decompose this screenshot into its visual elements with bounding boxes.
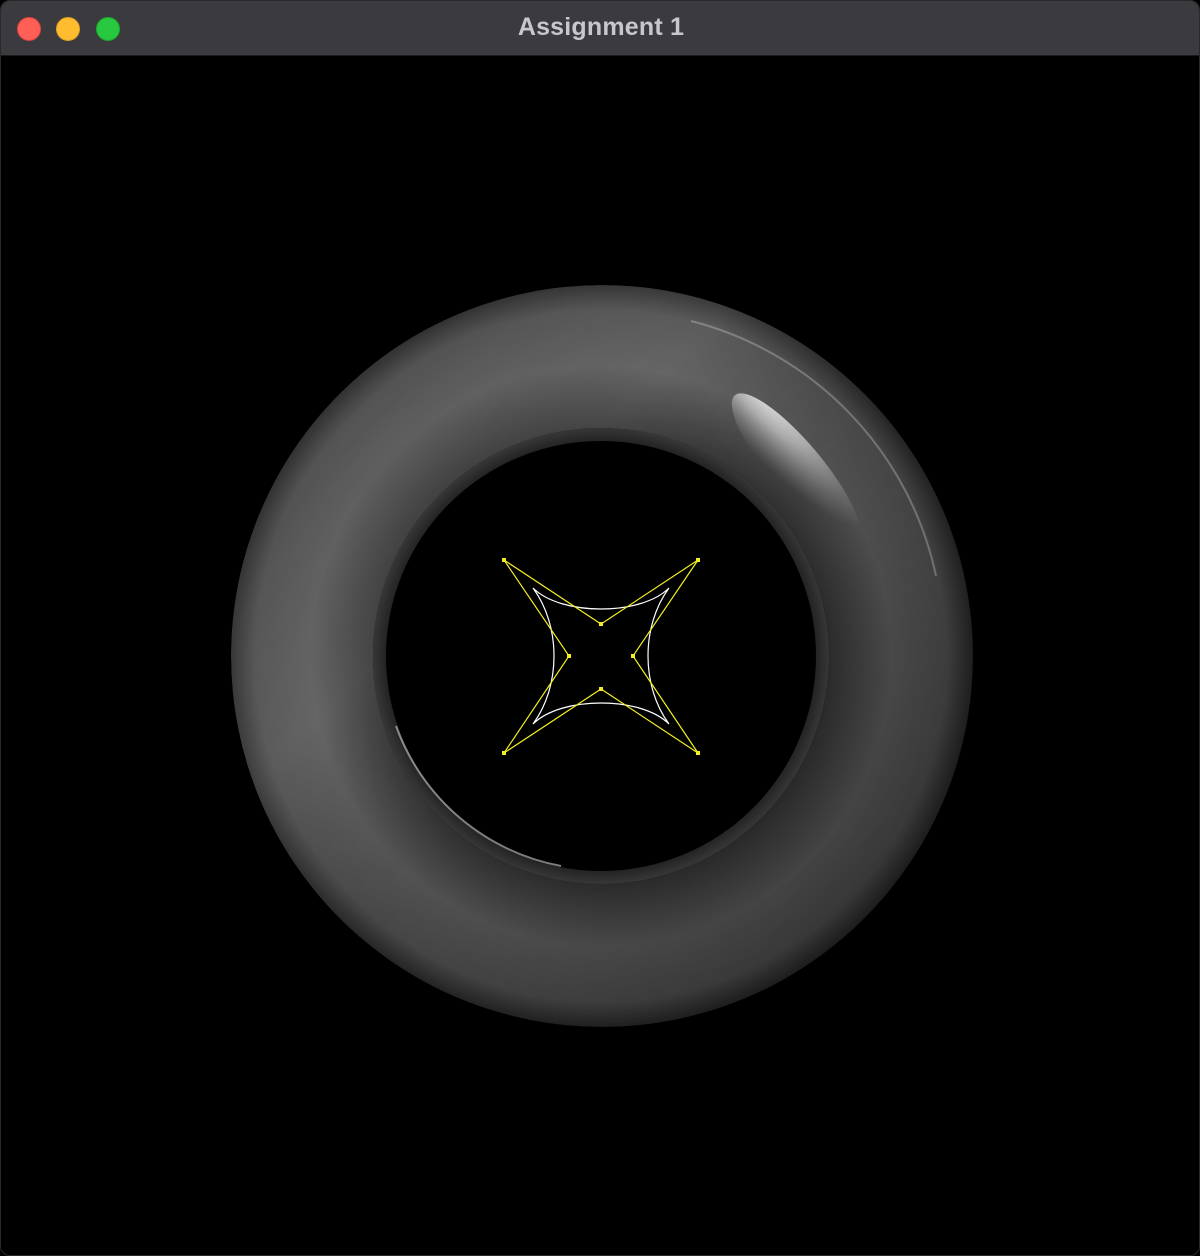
control-point[interactable] [696, 558, 700, 562]
control-point[interactable] [696, 751, 700, 755]
title-bar[interactable]: Assignment 1 [1, 1, 1199, 56]
torus-ring [231, 285, 973, 1027]
control-point[interactable] [599, 687, 603, 691]
app-window: Assignment 1 [0, 0, 1200, 1256]
control-point[interactable] [599, 622, 603, 626]
window-title: Assignment 1 [517, 13, 685, 41]
control-point[interactable] [502, 751, 506, 755]
render-viewport[interactable] [1, 56, 1199, 1255]
control-point[interactable] [631, 654, 635, 658]
control-point[interactable] [567, 654, 571, 658]
scene-canvas [231, 285, 973, 1027]
control-point[interactable] [502, 558, 506, 562]
